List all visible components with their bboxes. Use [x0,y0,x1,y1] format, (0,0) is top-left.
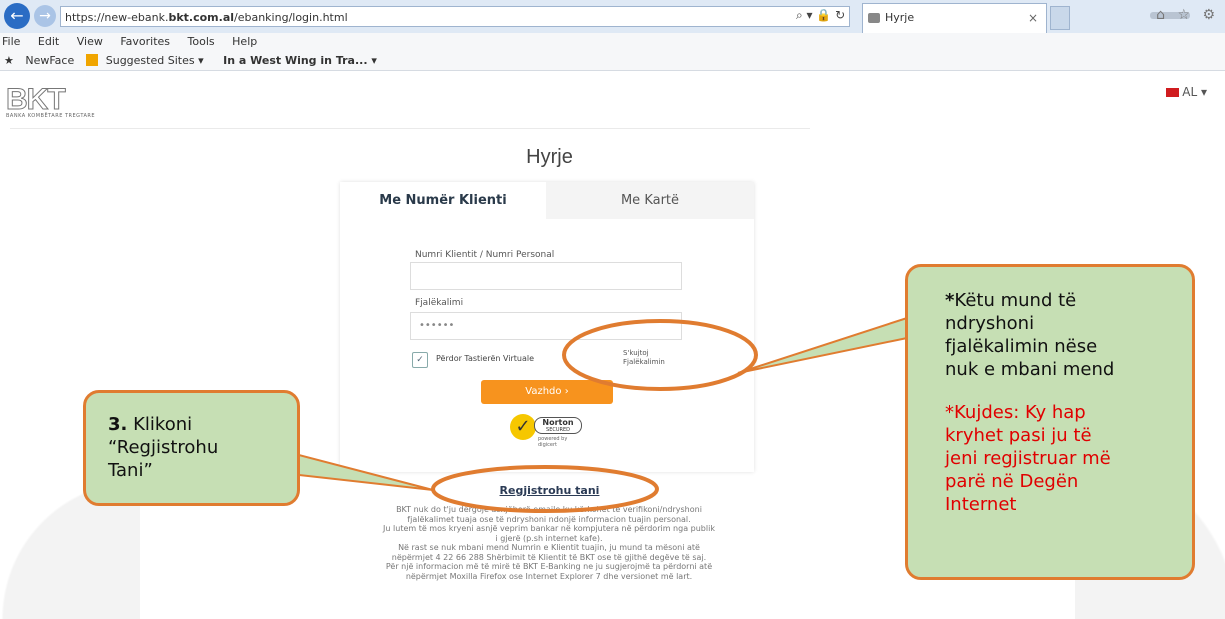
fav-newface[interactable]: NewFace [25,54,74,67]
client-number-label: Numri Klientit / Numri Personal [415,250,555,260]
footer-line: Ju lutem të mos kryeni asnjë veprim bank… [383,524,715,533]
virtual-keyboard-checkbox[interactable]: ✓ [412,352,428,368]
callout-text-4: nuk e mbani mend [945,359,1115,380]
language-selector[interactable]: AL ▾ [1166,85,1207,99]
favorites-star-icon: ★ [4,54,14,67]
bing-icon [85,54,98,66]
tab-client-number[interactable]: Me Numër Klienti [340,182,546,219]
menu-tools[interactable]: Tools [188,35,215,48]
toolbar-icons[interactable]: ⌂ ☆ ⚙ [1156,7,1219,23]
new-tab-button[interactable] [1050,6,1070,30]
menu-favorites[interactable]: Favorites [120,35,170,48]
site-header: BKT BANKA KOMBËTARE TREGTARE AL ▾ [0,71,1225,126]
browser-toolbar: ← → https://new-ebank.bkt.com.al/ebankin… [0,0,1225,34]
warning-text-5: Internet [945,494,1017,515]
browser-tab[interactable]: Hyrje × [862,3,1047,33]
callout-line-1: *Këtu mund të [945,289,1182,312]
tab-favicon-icon [868,13,880,23]
callout-warning: *Kujdes: Ky hap kryhet pasi ju të jeni r… [945,401,1182,516]
register-callout-line-1: 3. Klikoni [108,413,297,436]
address-bar[interactable]: https://new-ebank.bkt.com.al/ebanking/lo… [60,6,850,27]
norton-name: Norton [542,418,574,427]
callout-star: * [945,290,955,311]
register-callout-text-2: “Regjistrohu [108,437,219,458]
continue-button[interactable]: Vazhdo › [481,380,613,404]
client-number-input[interactable] [410,262,682,290]
password-input[interactable]: •••••• [410,312,682,340]
tab-card[interactable]: Me Kartë [546,182,754,219]
register-callout-text-1: Klikoni [133,414,193,435]
url-host: bkt.com.al [168,11,235,24]
header-divider [10,128,810,129]
address-controls[interactable]: ⌕ ▾ 🔒 ↻ [796,8,845,23]
footer-line: nëpërmjet Moxilla Firefox ose Internet E… [405,571,693,581]
url-prefix: https://new-ebank. [65,11,169,24]
warning-text-1: *Kujdes: Ky hap [945,402,1086,423]
albania-flag-icon [1166,88,1180,97]
warning-text-4: parë në Degën [945,471,1079,492]
norton-badge: Norton SECURED [534,417,582,434]
norton-secured: SECURED [546,427,570,433]
login-card: Me Numër Klienti Me Kartë Numri Klientit… [340,182,754,472]
forgot-password-callout: *Këtu mund të ndryshoni fjalëkalimin nës… [905,264,1195,580]
menu-view[interactable]: View [77,35,103,48]
menu-bar: File Edit View Favorites Tools Help [0,33,1225,51]
footer-line: Për një informacion më të mirë të BKT E-… [385,562,713,571]
warning-text-3: jeni regjistruar më [945,448,1111,469]
callout-text-2: ndryshoni [945,313,1035,334]
norton-seal: ✓ Norton SECURED powered by digicert [510,414,584,448]
norton-powered-by: powered by digicert [538,436,568,448]
footer-line: nëpërmjet 4 22 66 288 Shërbimit të Klien… [391,552,707,562]
password-label: Fjalëkalimi [415,298,464,308]
forgot-line-2: Fjalëkalimin [623,358,665,366]
right-callout-pointer [737,316,908,374]
fav-suggested-sites[interactable]: Suggested Sites ▾ [85,54,212,67]
footer-line: i gjerë (p.sh internet kafe). [495,533,603,543]
login-tabs: Me Numër Klienti Me Kartë [340,182,754,219]
forgot-password-link[interactable]: S'kujtoj Fjalëkalimin [623,349,665,367]
tab-title: Hyrje [885,11,915,24]
forgot-line-1: S'kujtoj [623,349,649,357]
fav-west-wing[interactable]: In a West Wing in Tra... ▾ [223,54,377,67]
footer-line: fjalëkalimet tuaja ose të ndryshoni ndon… [407,514,691,524]
step-number: 3. [108,414,128,435]
menu-help[interactable]: Help [232,35,257,48]
favorites-bar: ★ NewFace Suggested Sites ▾ In a West Wi… [0,51,1225,71]
footer-notice: BKT nuk do t'ju dërgojë asnjëherë emaile… [349,505,749,581]
footer-line: BKT nuk do t'ju dërgojë asnjëherë emaile… [396,505,702,514]
tab-close-icon[interactable]: × [1028,4,1038,32]
fav-suggested-label: Suggested Sites ▾ [105,54,204,67]
warning-text-2: kryhet pasi ju të [945,425,1092,446]
footer-line: Në rast se nuk mbani mend Numrin e Klien… [398,543,700,552]
norton-check-icon: ✓ [510,414,536,440]
bkt-logo[interactable]: BKT [6,83,67,117]
page-title: Hyrje [526,146,573,168]
virtual-keyboard-label[interactable]: Përdor Tastierën Virtuale [436,354,534,363]
back-arrow-icon[interactable]: ← [4,3,30,29]
register-callout-text-3: Tani” [108,460,153,481]
callout-text-1: Këtu mund të [954,290,1077,311]
register-callout: 3. Klikoni “Regjistrohu Tani” [83,390,300,506]
url-path: /ebanking/login.html [234,11,348,24]
forward-arrow-icon[interactable]: → [34,5,56,27]
bkt-logo-subtitle: BANKA KOMBËTARE TREGTARE [6,113,96,119]
menu-edit[interactable]: Edit [38,35,59,48]
callout-text-3: fjalëkalimin nëse [945,336,1098,357]
menu-file[interactable]: File [2,35,20,48]
language-label: AL ▾ [1182,85,1207,99]
